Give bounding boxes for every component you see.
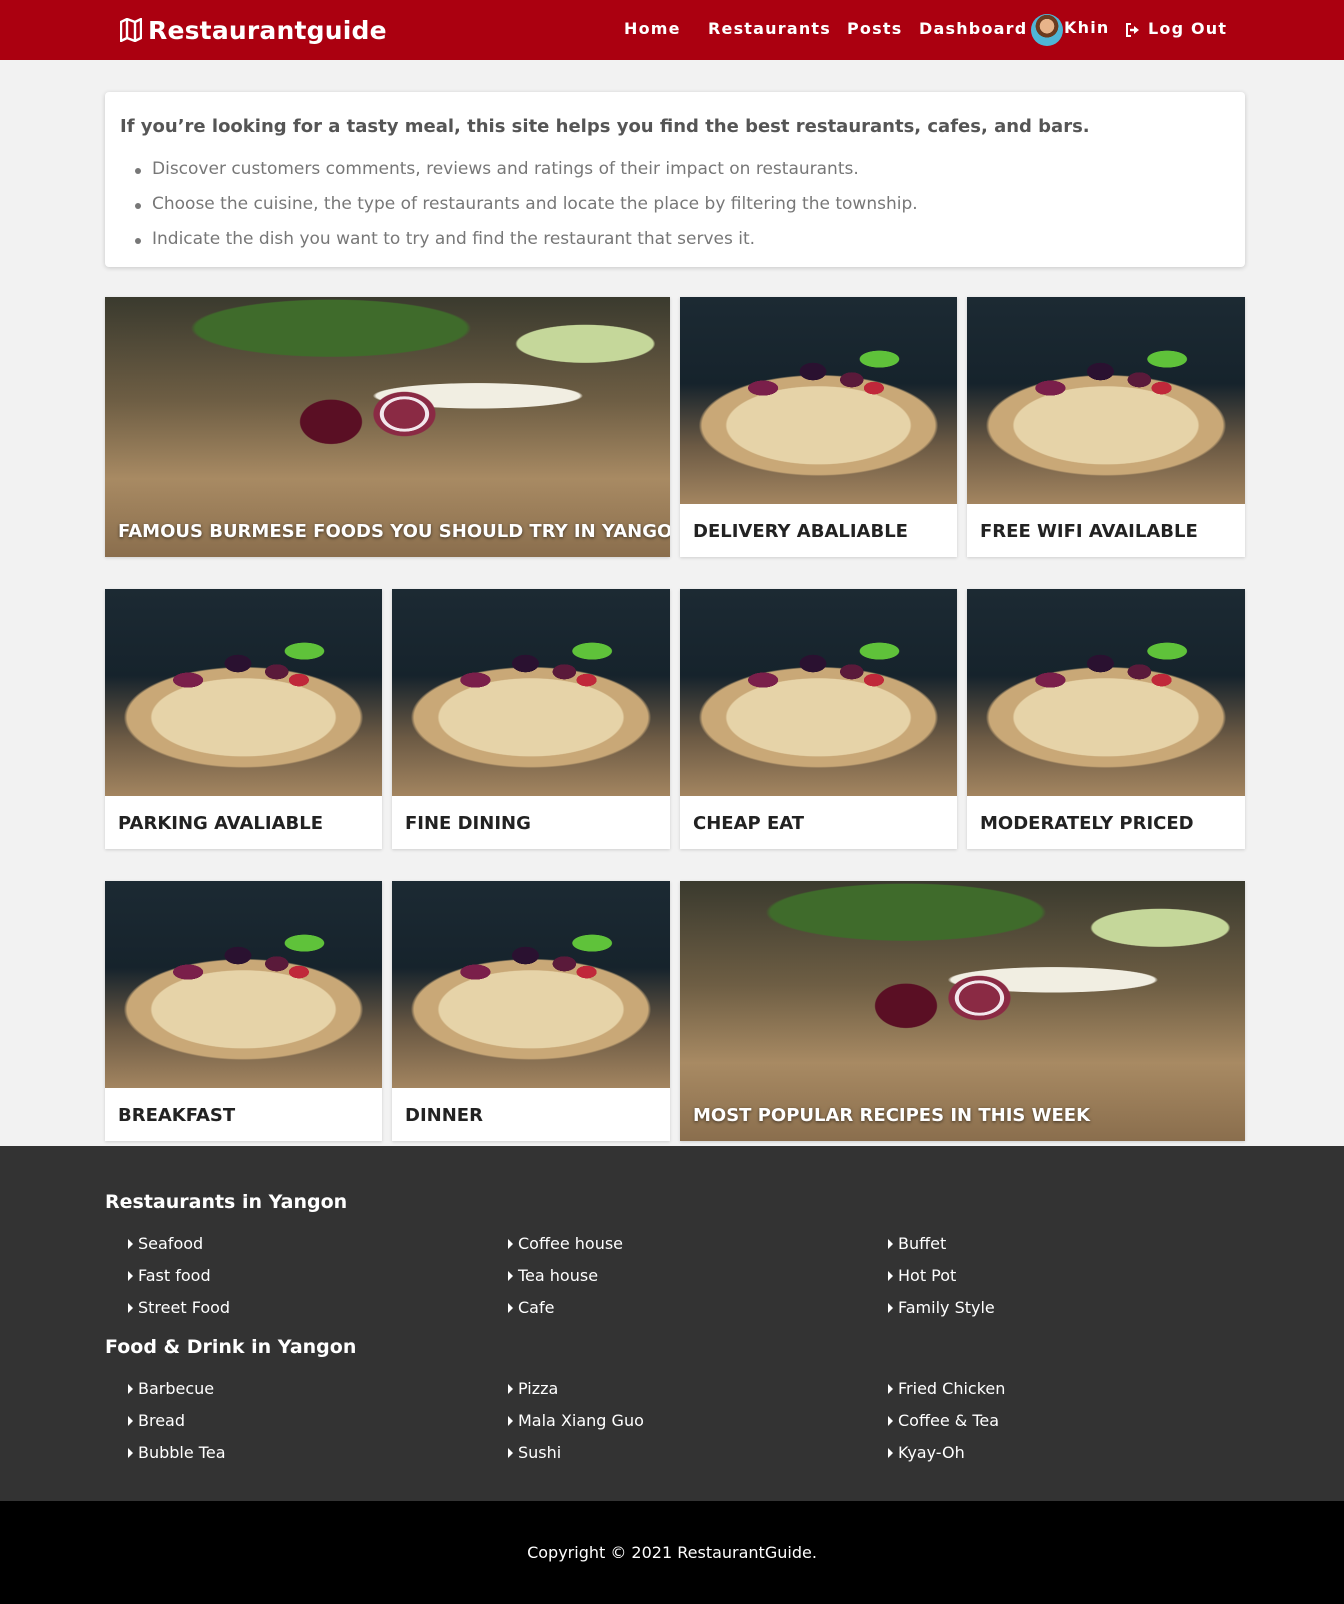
footer-link[interactable]: Coffee & Tea <box>888 1411 999 1430</box>
caret-right-icon <box>128 1270 133 1281</box>
caret-right-icon <box>508 1447 513 1458</box>
card-breakfast[interactable]: Breakfast <box>105 881 382 1141</box>
footer-link[interactable]: Seafood <box>128 1234 203 1253</box>
footer-link[interactable]: Bread <box>128 1411 185 1430</box>
caret-right-icon <box>128 1415 133 1426</box>
card-image <box>105 589 382 796</box>
footer-link[interactable]: Coffee house <box>508 1234 623 1253</box>
card-image <box>967 589 1245 796</box>
footer-link[interactable]: Mala Xiang Guo <box>508 1411 644 1430</box>
card-label: Breakfast <box>118 1105 236 1126</box>
caret-right-icon <box>508 1270 513 1281</box>
card-label: Fine Dining <box>405 813 531 834</box>
caret-right-icon <box>888 1238 893 1249</box>
card-free-wifi[interactable]: Free Wifi Available <box>967 297 1245 557</box>
card-delivery[interactable]: Delivery Abaliable <box>680 297 957 557</box>
card-label: Moderately Priced <box>980 813 1194 834</box>
map-icon <box>120 18 142 42</box>
caret-right-icon <box>128 1383 133 1394</box>
nav-home[interactable]: Home <box>624 19 681 38</box>
card-label: Famous Burmese Foods You Should Try In Y… <box>118 521 670 542</box>
intro-bullet: Choose the cuisine, the type of restaura… <box>135 187 1230 222</box>
card-label: Delivery Abaliable <box>693 521 908 542</box>
footer: Restaurants in Yangon Seafood Coffee hou… <box>0 1146 1344 1501</box>
card-image <box>392 881 670 1088</box>
card-parking[interactable]: Parking Avaliable <box>105 589 382 849</box>
caret-right-icon <box>508 1238 513 1249</box>
nav-user[interactable]: Khin <box>1064 18 1109 37</box>
footer-link[interactable]: Barbecue <box>128 1379 214 1398</box>
nav-posts[interactable]: Posts <box>847 19 902 38</box>
caret-right-icon <box>888 1270 893 1281</box>
intro-list: Discover customers comments, reviews and… <box>120 152 1230 257</box>
brand-name: Restaurantguide <box>148 15 387 45</box>
card-image <box>392 589 670 796</box>
card-label: Cheap Eat <box>693 813 805 834</box>
card-image <box>680 297 957 504</box>
footer-link[interactable]: Tea house <box>508 1266 598 1285</box>
footer-link[interactable]: Family Style <box>888 1298 995 1317</box>
card-label: Dinner <box>405 1105 483 1126</box>
nav-restaurants[interactable]: Restaurants <box>708 19 831 38</box>
card-famous-burmese-foods[interactable]: Famous Burmese Foods You Should Try In Y… <box>105 297 670 557</box>
logout-icon[interactable] <box>1125 23 1140 37</box>
caret-right-icon <box>508 1415 513 1426</box>
card-label: Free Wifi Available <box>980 521 1198 542</box>
card-popular-recipes[interactable]: Most Popular Recipes In This Week <box>680 881 1245 1141</box>
footer-heading-food: Food & Drink in Yangon <box>105 1336 357 1358</box>
card-fine-dining[interactable]: Fine Dining <box>392 589 670 849</box>
footer-link[interactable]: Kyay-Oh <box>888 1443 965 1462</box>
brand-link[interactable]: Restaurantguide <box>120 12 387 48</box>
footer-link[interactable]: Hot Pot <box>888 1266 956 1285</box>
copyright-text: Copyright © 2021 RestaurantGuide. <box>527 1543 817 1562</box>
card-dinner[interactable]: Dinner <box>392 881 670 1141</box>
caret-right-icon <box>128 1302 133 1313</box>
footer-heading-restaurants: Restaurants in Yangon <box>105 1191 348 1213</box>
footer-link[interactable]: Pizza <box>508 1379 558 1398</box>
footer-link[interactable]: Sushi <box>508 1443 561 1462</box>
card-moderately-priced[interactable]: Moderately Priced <box>967 589 1245 849</box>
card-image <box>105 881 382 1088</box>
caret-right-icon <box>888 1447 893 1458</box>
nav-dashboard[interactable]: Dashboard <box>919 19 1027 38</box>
caret-right-icon <box>508 1302 513 1313</box>
copyright-bar: Copyright © 2021 RestaurantGuide. <box>0 1501 1344 1604</box>
caret-right-icon <box>888 1302 893 1313</box>
card-image <box>967 297 1245 504</box>
footer-link[interactable]: Buffet <box>888 1234 946 1253</box>
footer-link[interactable]: Street Food <box>128 1298 230 1317</box>
intro-title: If you’re looking for a tasty meal, this… <box>120 116 1090 137</box>
caret-right-icon <box>128 1447 133 1458</box>
caret-right-icon <box>888 1383 893 1394</box>
top-navbar: Restaurantguide Home Restaurants Posts D… <box>0 0 1344 60</box>
card-image <box>680 589 957 796</box>
nav-logout[interactable]: Log Out <box>1148 19 1227 38</box>
footer-link[interactable]: Cafe <box>508 1298 554 1317</box>
intro-box: If you’re looking for a tasty meal, this… <box>105 92 1245 267</box>
card-image <box>105 297 670 557</box>
card-cheap-eat[interactable]: Cheap Eat <box>680 589 957 849</box>
footer-link[interactable]: Bubble Tea <box>128 1443 226 1462</box>
intro-bullet: Discover customers comments, reviews and… <box>135 152 1230 187</box>
user-avatar[interactable] <box>1031 14 1063 46</box>
card-image <box>680 881 1245 1141</box>
caret-right-icon <box>508 1383 513 1394</box>
card-label: Most Popular Recipes In This Week <box>693 1105 1091 1126</box>
card-label: Parking Avaliable <box>118 813 324 834</box>
caret-right-icon <box>888 1415 893 1426</box>
footer-link[interactable]: Fast food <box>128 1266 211 1285</box>
intro-bullet: Indicate the dish you want to try and fi… <box>135 222 1230 257</box>
footer-link[interactable]: Fried Chicken <box>888 1379 1005 1398</box>
caret-right-icon <box>128 1238 133 1249</box>
